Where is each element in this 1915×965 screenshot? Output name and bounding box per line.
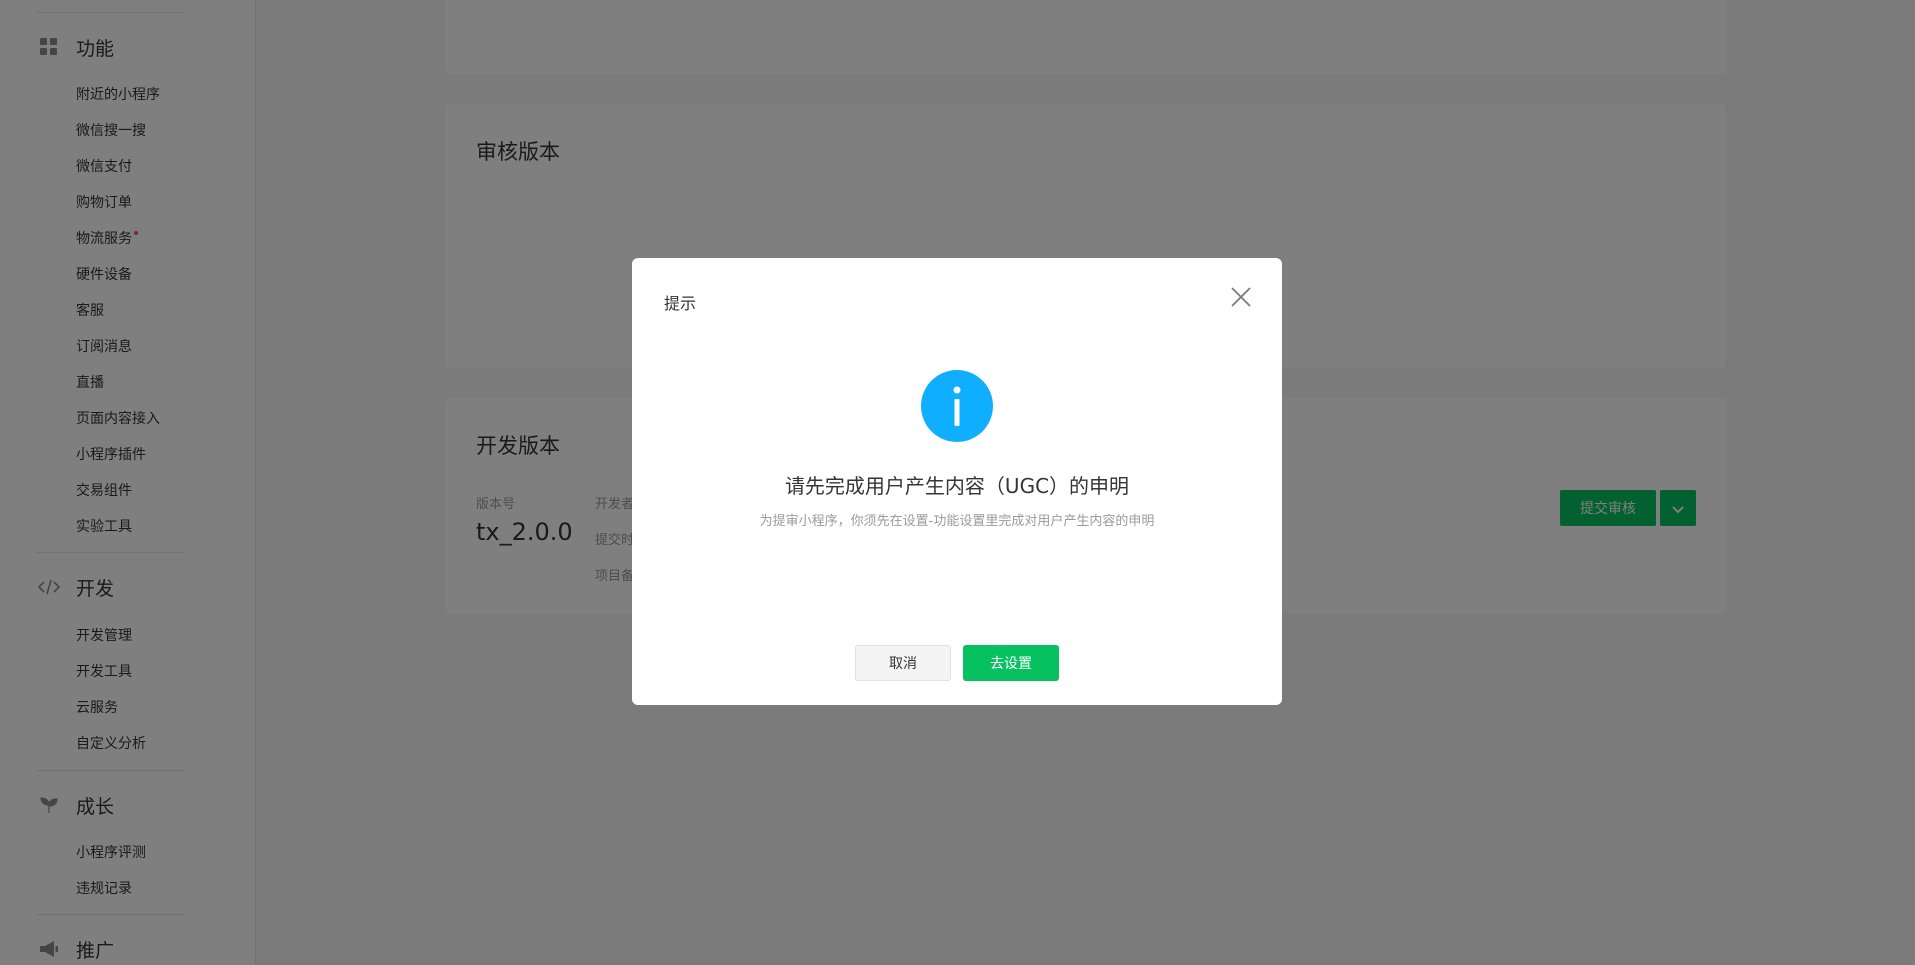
cancel-button[interactable]: 取消 [855, 645, 951, 681]
close-icon[interactable] [1228, 284, 1254, 310]
dialog-heading: 请先完成用户产生内容（UGC）的申明 [784, 474, 1130, 498]
go-settings-button[interactable]: 去设置 [963, 645, 1059, 681]
info-icon [921, 370, 993, 442]
dialog-description: 为提审小程序，你须先在设置-功能设置里完成对用户产生内容的申明 [759, 514, 1155, 529]
dialog-title: 提示 [664, 294, 697, 313]
app-root: 功能 附近的小程序 微信搜一搜 微信支付 购物订单 物流服务 硬件设备 客服 订… [0, 0, 1915, 965]
ugc-prompt-dialog: 提示 请先完成用户产生内容（UGC）的申明 为提审小程序，你须先在设置-功能设置… [632, 258, 1282, 705]
